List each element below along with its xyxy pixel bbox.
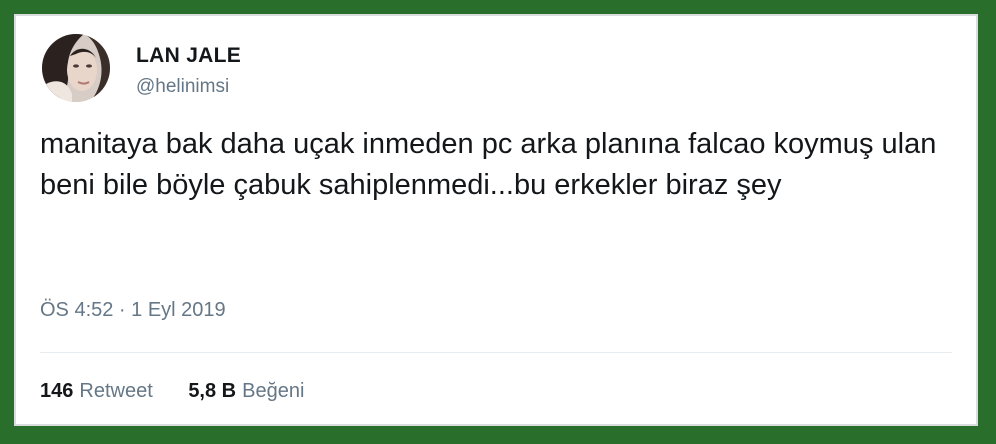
user-handle[interactable]: @helinimsi: [136, 76, 229, 98]
tweet-card: LAN JALE @helinimsi manitaya bak daha uç…: [14, 14, 978, 426]
retweet-count: 146: [40, 380, 74, 402]
divider: [40, 352, 952, 353]
like-count: 5,8 B: [188, 380, 237, 402]
like-stat[interactable]: 5,8 B Beğeni: [188, 380, 304, 403]
tweet-stats: 146 Retweet 5,8 B Beğeni: [40, 380, 304, 403]
like-label: Beğeni: [242, 380, 305, 402]
tweet-timestamp[interactable]: ÖS 4:52 · 1 Eyl 2019: [40, 299, 226, 322]
display-name[interactable]: LAN JALE: [136, 44, 241, 68]
retweet-label: Retweet: [79, 380, 153, 402]
retweet-stat[interactable]: 146 Retweet: [40, 380, 153, 403]
avatar-photo: [42, 34, 110, 102]
avatar[interactable]: [42, 34, 110, 102]
tweet-text: manitaya bak daha uçak inmeden pc arka p…: [40, 128, 937, 201]
